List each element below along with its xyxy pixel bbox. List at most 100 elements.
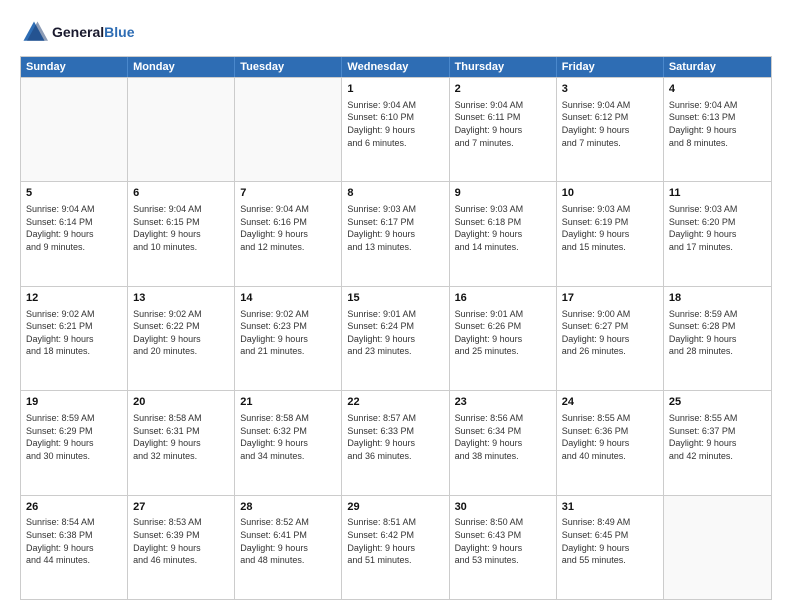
calendar-header: SundayMondayTuesdayWednesdayThursdayFrid…: [21, 57, 771, 77]
day-number: 25: [669, 395, 766, 410]
day-cell-11: 11 Sunrise: 9:03 AM Sunset: 6:20 PM Dayli…: [664, 182, 771, 285]
week-row-2: 5 Sunrise: 9:04 AM Sunset: 6:14 PM Daylig…: [21, 181, 771, 285]
day-number: 22: [347, 395, 443, 410]
day-number: 27: [133, 500, 229, 515]
day-number: 6: [133, 186, 229, 201]
day-number: 24: [562, 395, 658, 410]
day-info: Sunrise: 9:03 AM Sunset: 6:18 PM Dayligh…: [455, 203, 551, 253]
day-cell-28: 28Sunrise: 8:52 AM Sunset: 6:41 PM Dayli…: [235, 496, 342, 599]
day-info: Sunrise: 9:00 AM Sunset: 6:27 PM Dayligh…: [562, 308, 658, 358]
day-info: Sunrise: 9:02 AM Sunset: 6:23 PM Dayligh…: [240, 308, 336, 358]
day-info: Sunrise: 9:02 AM Sunset: 6:22 PM Dayligh…: [133, 308, 229, 358]
day-cell-26: 26Sunrise: 8:54 AM Sunset: 6:38 PM Dayli…: [21, 496, 128, 599]
header-day-tuesday: Tuesday: [235, 57, 342, 77]
header-day-saturday: Saturday: [664, 57, 771, 77]
day-number: 1: [347, 82, 443, 97]
day-info: Sunrise: 8:54 AM Sunset: 6:38 PM Dayligh…: [26, 516, 122, 566]
day-cell-13: 13 Sunrise: 9:02 AM Sunset: 6:22 PM Dayli…: [128, 287, 235, 390]
day-cell-31: 31Sunrise: 8:49 AM Sunset: 6:45 PM Dayli…: [557, 496, 664, 599]
day-number: 29: [347, 500, 443, 515]
day-cell-22: 22 Sunrise: 8:57 AM Sunset: 6:33 PM Dayli…: [342, 391, 449, 494]
day-info: Sunrise: 8:55 AM Sunset: 6:37 PM Dayligh…: [669, 412, 766, 462]
header-day-friday: Friday: [557, 57, 664, 77]
day-cell-12: 12Sunrise: 9:02 AM Sunset: 6:21 PM Dayli…: [21, 287, 128, 390]
day-number: 9: [455, 186, 551, 201]
day-cell-18: 18 Sunrise: 8:59 AM Sunset: 6:28 PM Dayli…: [664, 287, 771, 390]
day-info: Sunrise: 9:04 AM Sunset: 6:12 PM Dayligh…: [562, 99, 658, 149]
day-cell-10: 10 Sunrise: 9:03 AM Sunset: 6:19 PM Dayli…: [557, 182, 664, 285]
day-number: 5: [26, 186, 122, 201]
day-cell-21: 21 Sunrise: 8:58 AM Sunset: 6:32 PM Dayli…: [235, 391, 342, 494]
day-cell-24: 24 Sunrise: 8:55 AM Sunset: 6:36 PM Dayli…: [557, 391, 664, 494]
header-day-sunday: Sunday: [21, 57, 128, 77]
day-info: Sunrise: 8:55 AM Sunset: 6:36 PM Dayligh…: [562, 412, 658, 462]
day-cell-19: 19Sunrise: 8:59 AM Sunset: 6:29 PM Dayli…: [21, 391, 128, 494]
page: GeneralBlue SundayMondayTuesdayWednesday…: [0, 0, 792, 612]
day-info: Sunrise: 9:01 AM Sunset: 6:26 PM Dayligh…: [455, 308, 551, 358]
day-info: Sunrise: 8:53 AM Sunset: 6:39 PM Dayligh…: [133, 516, 229, 566]
day-info: Sunrise: 9:01 AM Sunset: 6:24 PM Dayligh…: [347, 308, 443, 358]
day-cell-3: 3 Sunrise: 9:04 AM Sunset: 6:12 PM Daylig…: [557, 78, 664, 181]
day-cell-14: 14 Sunrise: 9:02 AM Sunset: 6:23 PM Dayli…: [235, 287, 342, 390]
day-info: Sunrise: 9:04 AM Sunset: 6:11 PM Dayligh…: [455, 99, 551, 149]
day-info: Sunrise: 9:03 AM Sunset: 6:19 PM Dayligh…: [562, 203, 658, 253]
day-cell-5: 5 Sunrise: 9:04 AM Sunset: 6:14 PM Daylig…: [21, 182, 128, 285]
day-cell-25: 25 Sunrise: 8:55 AM Sunset: 6:37 PM Dayli…: [664, 391, 771, 494]
day-info: Sunrise: 9:04 AM Sunset: 6:13 PM Dayligh…: [669, 99, 766, 149]
day-number: 15: [347, 291, 443, 306]
header-day-monday: Monday: [128, 57, 235, 77]
logo: GeneralBlue: [20, 18, 134, 46]
day-cell-30: 30Sunrise: 8:50 AM Sunset: 6:43 PM Dayli…: [450, 496, 557, 599]
day-cell-20: 20 Sunrise: 8:58 AM Sunset: 6:31 PM Dayli…: [128, 391, 235, 494]
day-cell-2: 2 Sunrise: 9:04 AM Sunset: 6:11 PM Daylig…: [450, 78, 557, 181]
header-day-wednesday: Wednesday: [342, 57, 449, 77]
day-cell-4: 4Sunrise: 9:04 AM Sunset: 6:13 PM Daylig…: [664, 78, 771, 181]
day-number: 31: [562, 500, 658, 515]
day-info: Sunrise: 8:52 AM Sunset: 6:41 PM Dayligh…: [240, 516, 336, 566]
day-cell-16: 16Sunrise: 9:01 AM Sunset: 6:26 PM Dayli…: [450, 287, 557, 390]
day-number: 26: [26, 500, 122, 515]
week-row-1: 1 Sunrise: 9:04 AM Sunset: 6:10 PM Daylig…: [21, 77, 771, 181]
day-number: 10: [562, 186, 658, 201]
day-number: 14: [240, 291, 336, 306]
day-info: Sunrise: 9:02 AM Sunset: 6:21 PM Dayligh…: [26, 308, 122, 358]
header-day-thursday: Thursday: [450, 57, 557, 77]
day-number: 18: [669, 291, 766, 306]
day-number: 3: [562, 82, 658, 97]
day-number: 20: [133, 395, 229, 410]
day-cell-7: 7Sunrise: 9:04 AM Sunset: 6:16 PM Daylig…: [235, 182, 342, 285]
day-cell-1: 1 Sunrise: 9:04 AM Sunset: 6:10 PM Daylig…: [342, 78, 449, 181]
day-info: Sunrise: 8:51 AM Sunset: 6:42 PM Dayligh…: [347, 516, 443, 566]
logo-icon: [20, 18, 48, 46]
day-cell-23: 23 Sunrise: 8:56 AM Sunset: 6:34 PM Dayli…: [450, 391, 557, 494]
day-cell-17: 17 Sunrise: 9:00 AM Sunset: 6:27 PM Dayli…: [557, 287, 664, 390]
week-row-3: 12Sunrise: 9:02 AM Sunset: 6:21 PM Dayli…: [21, 286, 771, 390]
day-number: 23: [455, 395, 551, 410]
day-info: Sunrise: 8:49 AM Sunset: 6:45 PM Dayligh…: [562, 516, 658, 566]
day-info: Sunrise: 8:58 AM Sunset: 6:32 PM Dayligh…: [240, 412, 336, 462]
day-info: Sunrise: 9:03 AM Sunset: 6:17 PM Dayligh…: [347, 203, 443, 253]
header: GeneralBlue: [20, 18, 772, 46]
day-number: 17: [562, 291, 658, 306]
empty-cell: [21, 78, 128, 181]
empty-cell: [235, 78, 342, 181]
day-number: 2: [455, 82, 551, 97]
week-row-5: 26Sunrise: 8:54 AM Sunset: 6:38 PM Dayli…: [21, 495, 771, 599]
day-number: 7: [240, 186, 336, 201]
logo-text: GeneralBlue: [52, 24, 134, 40]
day-info: Sunrise: 8:59 AM Sunset: 6:28 PM Dayligh…: [669, 308, 766, 358]
day-info: Sunrise: 9:03 AM Sunset: 6:20 PM Dayligh…: [669, 203, 766, 253]
day-cell-15: 15 Sunrise: 9:01 AM Sunset: 6:24 PM Dayli…: [342, 287, 449, 390]
day-cell-8: 8Sunrise: 9:03 AM Sunset: 6:17 PM Daylig…: [342, 182, 449, 285]
empty-cell: [664, 496, 771, 599]
calendar-body: 1 Sunrise: 9:04 AM Sunset: 6:10 PM Daylig…: [21, 77, 771, 599]
day-info: Sunrise: 8:57 AM Sunset: 6:33 PM Dayligh…: [347, 412, 443, 462]
day-info: Sunrise: 8:58 AM Sunset: 6:31 PM Dayligh…: [133, 412, 229, 462]
week-row-4: 19Sunrise: 8:59 AM Sunset: 6:29 PM Dayli…: [21, 390, 771, 494]
day-info: Sunrise: 9:04 AM Sunset: 6:10 PM Dayligh…: [347, 99, 443, 149]
day-number: 11: [669, 186, 766, 201]
day-number: 21: [240, 395, 336, 410]
day-info: Sunrise: 8:56 AM Sunset: 6:34 PM Dayligh…: [455, 412, 551, 462]
day-number: 13: [133, 291, 229, 306]
day-info: Sunrise: 9:04 AM Sunset: 6:14 PM Dayligh…: [26, 203, 122, 253]
